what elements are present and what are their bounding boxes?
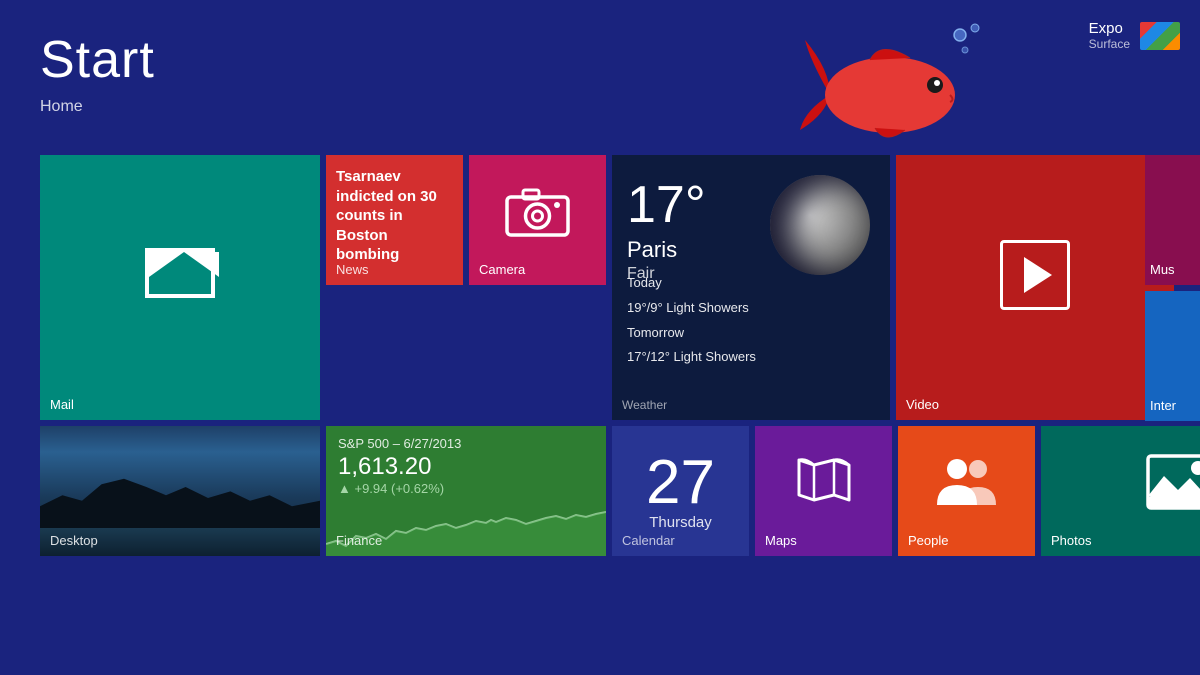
- tomorrow-val: 17°/12° Light Showers: [627, 345, 756, 370]
- device-name: Surface: [1089, 37, 1130, 51]
- today-val: 19°/9° Light Showers: [627, 296, 756, 321]
- internet-tile-partial[interactable]: Inter: [1145, 291, 1200, 421]
- finance-tile[interactable]: S&P 500 – 6/27/2013 1,613.20 ▲ +9.94 (+0…: [326, 426, 606, 556]
- mail-tile-label: Mail: [50, 397, 74, 412]
- photos-icon: [1146, 454, 1200, 510]
- music-tile-partial[interactable]: Mus: [1145, 155, 1200, 285]
- news-tile[interactable]: Tsarnaev indicted on 30 counts in Boston…: [326, 155, 463, 285]
- people-tile-label: People: [908, 533, 948, 548]
- video-tile-label: Video: [906, 397, 939, 412]
- maps-tile-label: Maps: [765, 533, 797, 548]
- photos-tile[interactable]: Photos: [1041, 426, 1200, 556]
- news-tile-label: News: [336, 262, 369, 277]
- tiles-container: Mail Tsarnaev indicted on 30 counts in B…: [40, 155, 1200, 556]
- music-label: Mus: [1150, 262, 1175, 277]
- weather-temp: 17°: [627, 175, 706, 235]
- camera-icon: [505, 185, 570, 237]
- tomorrow-label: Tomorrow: [627, 321, 756, 346]
- weather-tile-label: Weather: [622, 398, 667, 412]
- video-tile[interactable]: Video: [896, 155, 1174, 420]
- finance-index-title: S&P 500 – 6/27/2013: [338, 436, 594, 451]
- calendar-tile[interactable]: 27 Thursday Calendar: [612, 426, 749, 556]
- finance-value: 1,613.20: [338, 453, 594, 481]
- goldfish-decoration: [800, 20, 1000, 170]
- mountain-silhouette: [40, 476, 320, 531]
- calendar-date: 27: [646, 452, 715, 514]
- mail-tile[interactable]: Mail: [40, 155, 320, 420]
- people-icon: [932, 455, 1002, 510]
- maps-tile[interactable]: Maps: [755, 426, 892, 556]
- photos-tile-label: Photos: [1051, 533, 1091, 548]
- weather-details: Today 19°/9° Light Showers Tomorrow 17°/…: [627, 271, 756, 370]
- play-triangle-icon: [1024, 257, 1052, 293]
- desktop-tile-label: Desktop: [50, 533, 98, 548]
- tiles-row-1: Mail Tsarnaev indicted on 30 counts in B…: [40, 155, 1200, 420]
- start-title: Start: [40, 30, 155, 90]
- home-label: Home: [40, 98, 155, 116]
- weather-city: Paris: [627, 237, 677, 263]
- internet-label: Inter: [1150, 398, 1176, 413]
- today-label: Today: [627, 271, 756, 296]
- desktop-tile[interactable]: Desktop: [40, 426, 320, 556]
- finance-change: ▲ +9.94 (+0.62%): [338, 481, 594, 496]
- header-section: Start Home: [40, 30, 155, 116]
- tiles-row-2: Desktop S&P 500 – 6/27/2013 1,613.20 ▲ +…: [40, 426, 1200, 556]
- maps-icon: [794, 455, 854, 510]
- finance-tile-label: Finance: [336, 533, 382, 548]
- user-avatar-mini: [1140, 22, 1180, 50]
- finance-chart: [326, 506, 606, 556]
- weather-moon: [770, 175, 870, 275]
- user-name: Expo: [1089, 20, 1130, 37]
- play-button-icon: [1000, 240, 1070, 310]
- people-tile[interactable]: People: [898, 426, 1035, 556]
- camera-tile[interactable]: Camera: [469, 155, 606, 285]
- camera-tile-label: Camera: [479, 262, 525, 277]
- calendar-day: Thursday: [649, 514, 712, 531]
- weather-tile[interactable]: 17° Paris Fair Today 19°/9° Light Shower…: [612, 155, 890, 420]
- user-info[interactable]: Expo Surface: [1089, 20, 1180, 51]
- calendar-tile-label: Calendar: [622, 533, 675, 548]
